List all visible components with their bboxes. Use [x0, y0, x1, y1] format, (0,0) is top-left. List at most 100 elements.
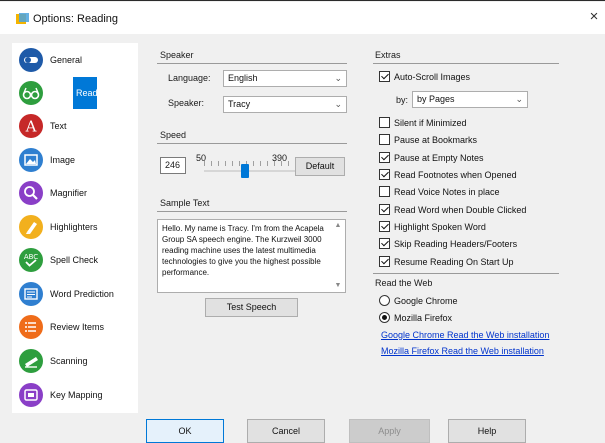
chevron-down-icon: ⌄ [515, 94, 523, 104]
checkbox-label: Resume Reading On Start Up [394, 256, 514, 267]
image-icon [19, 148, 43, 172]
help-button[interactable]: Help [448, 419, 526, 443]
keyboard-icon [19, 383, 43, 407]
checkbox-box[interactable] [379, 117, 390, 128]
skip-headers-footers-checkbox[interactable]: Skip Reading Headers/Footers [379, 237, 517, 250]
sidebar-item-general[interactable]: General [12, 44, 138, 76]
speed-value-field[interactable]: 246 [160, 157, 186, 174]
abc-check-icon: ABC [19, 248, 43, 272]
toggle-icon [19, 48, 43, 72]
pause-at-empty-notes-checkbox[interactable]: Pause at Empty Notes [379, 151, 484, 164]
sidebar-item-label: Key Mapping [50, 390, 103, 400]
sidebar-item-key-mapping[interactable]: Key Mapping [12, 379, 138, 411]
mozilla-firefox-radio[interactable]: Mozilla Firefox [379, 311, 452, 324]
sidebar-item-review-items[interactable]: Review Items [12, 311, 138, 343]
app-icon [16, 13, 29, 24]
scroll-up-icon[interactable]: ▲ [332, 221, 344, 231]
cancel-button[interactable]: Cancel [247, 419, 325, 443]
sidebar-item-image[interactable]: Image [12, 144, 138, 176]
auto-scroll-by-select[interactable]: by Pages ⌄ [412, 91, 528, 108]
sidebar-item-label: Highlighters [50, 222, 98, 232]
web-separator [373, 273, 559, 274]
checkbox-label: Silent if Minimized [394, 117, 467, 128]
sample-text: Hello. My name is Tracy. I'm from the Ac… [162, 224, 324, 277]
ok-button[interactable]: OK [146, 419, 224, 443]
checkbox-box[interactable] [379, 169, 390, 180]
chevron-down-icon: ⌄ [334, 73, 342, 83]
scroll-down-icon[interactable]: ▼ [332, 281, 344, 291]
sidebar-item-label: Text [50, 121, 67, 131]
checkbox-box[interactable] [379, 186, 390, 197]
letter-a-icon: A [19, 114, 43, 138]
test-speech-button[interactable]: Test Speech [205, 298, 298, 317]
checkbox-label: Read Voice Notes in place [394, 186, 500, 197]
sample-group-label: Sample Text [160, 198, 210, 208]
checkbox-label: Auto-Scroll Images [394, 71, 471, 82]
speed-slider-thumb[interactable] [241, 164, 249, 178]
speed-slider-ticks [204, 161, 298, 166]
checkbox-box[interactable] [379, 204, 390, 215]
sidebar-item-reading[interactable]: Reading [12, 77, 138, 109]
firefox-install-link[interactable]: Mozilla Firefox Read the Web installatio… [381, 346, 544, 356]
chevron-down-icon: ⌄ [334, 99, 342, 109]
apply-button[interactable]: Apply [349, 419, 430, 443]
sidebar-item-spell-check[interactable]: ABC Spell Check [12, 244, 138, 276]
checkbox-label: Read Word when Double Clicked [394, 204, 527, 215]
highlight-spoken-word-checkbox[interactable]: Highlight Spoken Word [379, 220, 486, 233]
checkbox-box[interactable] [379, 134, 390, 145]
google-chrome-radio[interactable]: Google Chrome [379, 294, 458, 307]
checkbox-box[interactable] [379, 152, 390, 163]
by-value: by Pages [417, 94, 455, 104]
speaker-label: Speaker: [168, 98, 205, 108]
radio-button[interactable] [379, 295, 390, 306]
read-word-double-click-checkbox[interactable]: Read Word when Double Clicked [379, 203, 526, 216]
speaker-select[interactable]: Tracy ⌄ [223, 96, 347, 113]
checkbox-label: Skip Reading Headers/Footers [394, 238, 518, 249]
speed-slider-track[interactable] [204, 170, 298, 172]
resume-reading-checkbox[interactable]: Resume Reading On Start Up [379, 255, 514, 268]
radio-button[interactable] [379, 312, 390, 323]
sidebar-item-magnifier[interactable]: Magnifier [12, 177, 138, 209]
sample-scrollbar[interactable]: ▲ ▼ [332, 221, 344, 291]
speaker-value: Tracy [228, 99, 251, 109]
sidebar-item-scanning[interactable]: Scanning [12, 345, 138, 377]
sidebar-item-text[interactable]: A Text [12, 110, 138, 142]
auto-scroll-images-checkbox[interactable]: Auto-Scroll Images [379, 70, 470, 83]
title-bar: Options: Reading × [0, 2, 605, 34]
scanner-icon [19, 349, 43, 373]
silent-if-minimized-checkbox[interactable]: Silent if Minimized [379, 116, 467, 129]
sidebar-item-label: Word Prediction [50, 289, 114, 299]
sidebar-item-label: Review Items [50, 322, 105, 332]
highlighter-icon [19, 215, 43, 239]
svg-text:A: A [25, 118, 37, 136]
radio-label: Google Chrome [394, 295, 458, 306]
chrome-install-link[interactable]: Google Chrome Read the Web installation [381, 330, 549, 340]
sidebar-item-highlighters[interactable]: Highlighters [12, 211, 138, 243]
close-icon[interactable]: × [586, 9, 602, 25]
sample-separator [157, 211, 347, 212]
checkbox-label: Highlight Spoken Word [394, 221, 486, 232]
extras-separator [373, 63, 559, 64]
default-speed-button[interactable]: Default [295, 157, 345, 176]
checkbox-box[interactable] [379, 71, 390, 82]
word-prediction-icon [19, 282, 43, 306]
checkbox-label: Read Footnotes when Opened [394, 169, 517, 180]
speed-group-label: Speed [160, 130, 187, 140]
checkbox-box[interactable] [379, 256, 390, 267]
radio-label: Mozilla Firefox [394, 312, 453, 323]
checkbox-box[interactable] [379, 221, 390, 232]
sidebar-item-word-prediction[interactable]: Word Prediction [12, 278, 138, 310]
checkbox-label: Pause at Bookmarks [394, 134, 478, 145]
sidebar-item-label: General [50, 55, 83, 65]
web-group-label: Read the Web [375, 278, 433, 288]
sidebar-item-label: Magnifier [50, 188, 88, 198]
language-select[interactable]: English ⌄ [223, 70, 347, 87]
read-footnotes-checkbox[interactable]: Read Footnotes when Opened [379, 168, 517, 181]
pause-at-bookmarks-checkbox[interactable]: Pause at Bookmarks [379, 133, 477, 146]
checkbox-box[interactable] [379, 238, 390, 249]
language-value: English [228, 73, 258, 83]
sample-text-box[interactable]: Hello. My name is Tracy. I'm from the Ac… [157, 219, 346, 293]
read-voice-notes-checkbox[interactable]: Read Voice Notes in place [379, 185, 500, 198]
magnifier-icon [19, 181, 43, 205]
glasses-icon [19, 81, 43, 105]
